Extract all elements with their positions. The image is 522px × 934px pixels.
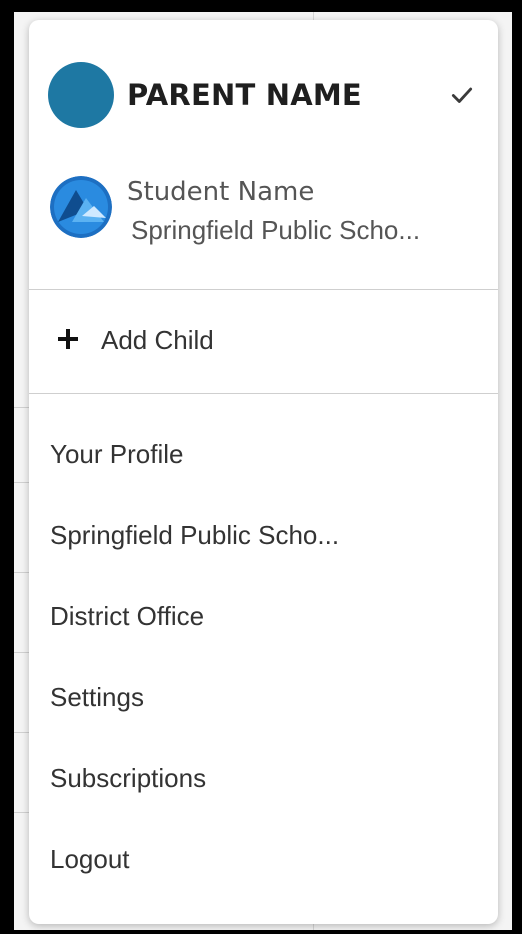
menu-item-label: Subscriptions — [50, 763, 207, 793]
menu-item-logout[interactable]: Logout — [29, 823, 498, 895]
menu-item-subscriptions[interactable]: Subscriptions — [29, 742, 498, 814]
child-account-row[interactable]: Student Name Springfield Public Scho... — [29, 172, 498, 248]
background-rule — [14, 652, 30, 653]
school-logo-icon — [50, 176, 112, 238]
account-menu: PARENT NAME Student Name Springfield Pub… — [29, 20, 498, 924]
menu-item-label: Logout — [50, 844, 130, 874]
check-icon — [451, 87, 473, 103]
background-rule — [14, 407, 30, 408]
menu-item-your-profile[interactable]: Your Profile — [29, 418, 498, 490]
menu-item-label: Springfield Public Scho... — [50, 520, 340, 550]
add-child-button[interactable]: Add Child — [29, 292, 498, 392]
menu-item-district-office[interactable]: District Office — [29, 580, 498, 652]
background-rule — [14, 572, 30, 573]
plus-icon — [57, 328, 79, 350]
menu-item-settings[interactable]: Settings — [29, 661, 498, 733]
menu-item-school[interactable]: Springfield Public Scho... — [29, 499, 498, 571]
student-school: Springfield Public Scho... — [131, 215, 421, 245]
student-avatar — [50, 176, 112, 238]
menu-item-label: Settings — [50, 682, 144, 712]
menu-item-label: District Office — [50, 601, 205, 631]
divider — [29, 289, 498, 290]
parent-avatar — [48, 62, 114, 128]
background-rule — [14, 482, 30, 483]
menu-item-label: Your Profile — [50, 439, 184, 469]
parent-account-row[interactable]: PARENT NAME — [29, 60, 498, 130]
background-rule — [14, 812, 30, 813]
add-child-label: Add Child — [101, 325, 214, 355]
parent-name: PARENT NAME — [127, 78, 362, 112]
background-rule — [14, 732, 30, 733]
divider — [29, 393, 498, 394]
student-name: Student Name — [127, 177, 315, 207]
